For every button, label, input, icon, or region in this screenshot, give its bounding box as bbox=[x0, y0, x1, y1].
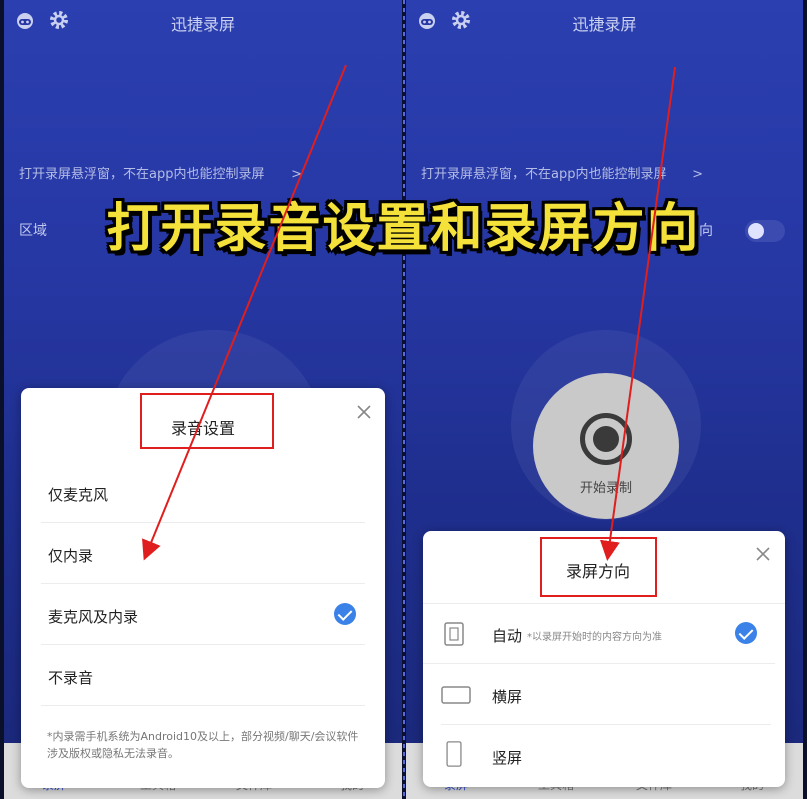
option-hint: *以录屏开始时的内容方向为准 bbox=[527, 632, 662, 643]
app-title: 迅捷录屏 bbox=[170, 15, 235, 34]
record-icon bbox=[580, 413, 632, 465]
option-label: 仅麦克风 bbox=[48, 486, 109, 504]
option-landscape[interactable]: 横屏 bbox=[441, 664, 771, 725]
overlay-headline: 打开录音设置和录屏方向 bbox=[106, 199, 701, 259]
highlight-box bbox=[140, 393, 274, 449]
portrait-icon bbox=[446, 741, 462, 767]
close-icon[interactable] bbox=[356, 404, 372, 420]
landscape-icon bbox=[441, 686, 471, 704]
checkmark-icon bbox=[334, 603, 356, 625]
highlight-box bbox=[540, 537, 657, 597]
start-record-label: 开始录制 bbox=[579, 481, 632, 496]
right-phone-screen: 迅捷录屏 打开录屏悬浮窗，不在app内也能控制录屏 > 向 开始录制 录屏 工具… bbox=[406, 0, 803, 799]
option-label: 仅内录 bbox=[48, 547, 94, 565]
option-label: 横屏 bbox=[492, 688, 523, 706]
option-mic-only[interactable]: 仅麦克风 bbox=[41, 462, 365, 523]
left-phone-screen: 迅捷录屏 打开录屏悬浮窗，不在app内也能控制录屏 > 区域 悬 录屏 工具箱 … bbox=[4, 0, 402, 799]
option-label: 竖屏 bbox=[492, 749, 523, 767]
option-no-audio[interactable]: 不录音 bbox=[41, 645, 365, 706]
option-label: 不录音 bbox=[48, 669, 94, 687]
screen-orientation-dialog: 录屏方向 自动 *以录屏开始时的内容方向为准 横屏 竖屏 bbox=[423, 531, 785, 787]
option-portrait[interactable]: 竖屏 bbox=[441, 725, 771, 786]
auto-orientation-icon bbox=[444, 622, 464, 646]
option-internal-only[interactable]: 仅内录 bbox=[41, 523, 365, 584]
option-auto[interactable]: 自动 *以录屏开始时的内容方向为准 bbox=[423, 603, 775, 664]
app-header: 迅捷录屏 bbox=[406, 0, 803, 42]
screenshot-stage: 迅捷录屏 打开录屏悬浮窗，不在app内也能控制录屏 > 区域 悬 录屏 工具箱 … bbox=[0, 0, 807, 799]
banner-text: 打开录屏悬浮窗，不在app内也能控制录屏 bbox=[19, 167, 265, 182]
close-icon[interactable] bbox=[755, 546, 771, 562]
app-title: 迅捷录屏 bbox=[572, 15, 637, 34]
option-label: 麦克风及内录 bbox=[48, 608, 139, 626]
checkmark-icon bbox=[735, 622, 757, 644]
app-header: 迅捷录屏 bbox=[4, 0, 402, 42]
audio-settings-dialog: 录音设置 仅麦克风 仅内录 麦克风及内录 不录音 *内录需手机系统为Androi… bbox=[21, 388, 385, 788]
option-label: 自动 bbox=[492, 627, 523, 645]
option-mic-and-internal[interactable]: 麦克风及内录 bbox=[41, 584, 365, 645]
start-record-button[interactable]: 开始录制 bbox=[533, 373, 679, 519]
banner-text: 打开录屏悬浮窗，不在app内也能控制录屏 bbox=[421, 167, 667, 182]
audio-note: *内录需手机系统为Android10及以上，部分视频/聊天/会议软件涉及版权或隐… bbox=[47, 730, 359, 760]
